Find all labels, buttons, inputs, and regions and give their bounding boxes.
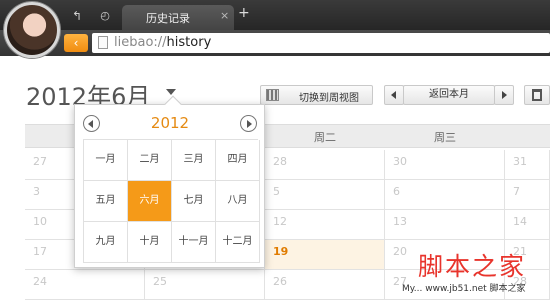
calendar-day-cell[interactable]: 7 xyxy=(505,180,550,210)
week-view-button[interactable]: 切换到周视图 xyxy=(260,85,373,105)
close-icon[interactable]: × xyxy=(220,9,229,22)
calendar-day-cell[interactable]: 24 xyxy=(25,270,145,300)
calendar-day-cell[interactable]: 19 xyxy=(265,240,385,270)
calendar-day-cell[interactable]: 12 xyxy=(265,210,385,240)
tab-bar: ↰ ◴ 历史记录 × + xyxy=(0,0,550,30)
url-input[interactable]: liebao://history xyxy=(92,33,550,53)
calendar-grid-icon xyxy=(266,89,279,101)
address-bar: ‹ liebao://history xyxy=(0,30,550,56)
arrow-left-icon xyxy=(88,120,93,128)
picker-year: 2012 xyxy=(150,114,190,132)
new-tab-button[interactable]: + xyxy=(238,5,250,21)
browser-window: ↰ ◴ 历史记录 × + ‹ liebao://history 2012年6月 … xyxy=(0,0,550,301)
month-option[interactable]: 七月 xyxy=(172,181,216,222)
month-grid: 一月 二月 三月 四月五月 六月 七月 八月九月 十月 十一月 十二月 xyxy=(83,139,260,263)
document-icon xyxy=(98,36,108,49)
week-view-label: 切换到周视图 xyxy=(299,93,359,104)
calendar-day-cell[interactable]: 26 xyxy=(265,270,385,300)
month-option[interactable]: 九月 xyxy=(84,222,128,263)
day-header: 周二 xyxy=(314,131,336,144)
calendar-day-cell[interactable]: 14 xyxy=(505,210,550,240)
watermark: 脚本之家 xyxy=(418,252,527,281)
calendar-day-cell[interactable]: 25 xyxy=(145,270,265,300)
calendar-day-cell[interactable]: 13 xyxy=(385,210,505,240)
month-option[interactable]: 十月 xyxy=(128,222,172,263)
arrow-left-icon xyxy=(391,91,396,99)
delete-button[interactable] xyxy=(524,85,550,105)
month-option[interactable]: 六月 xyxy=(128,181,172,222)
next-year-button[interactable] xyxy=(240,115,257,132)
url-text: liebao://history xyxy=(114,35,212,50)
tab-title: 历史记录 xyxy=(146,12,190,25)
month-option[interactable]: 十一月 xyxy=(172,222,216,263)
arrow-right-icon xyxy=(247,120,252,128)
user-avatar[interactable] xyxy=(4,2,60,58)
return-month-button[interactable]: 返回本月 xyxy=(403,85,495,105)
clock-icon[interactable]: ◴ xyxy=(96,8,114,24)
watermark-url: My... www.jb51.net 脚本之家 xyxy=(402,284,526,294)
day-header: 周三 xyxy=(434,131,456,144)
month-option[interactable]: 十二月 xyxy=(216,222,260,263)
month-option[interactable]: 二月 xyxy=(128,140,172,181)
month-option[interactable]: 五月 xyxy=(84,181,128,222)
back-button[interactable]: ‹ xyxy=(64,34,88,52)
arrow-right-icon xyxy=(502,91,507,99)
month-option[interactable]: 四月 xyxy=(216,140,260,181)
month-option[interactable]: 八月 xyxy=(216,181,260,222)
trash-icon xyxy=(532,89,542,101)
calendar-day-cell[interactable]: 5 xyxy=(265,180,385,210)
tab-history[interactable]: 历史记录 × xyxy=(122,5,234,30)
back-icon[interactable]: ↰ xyxy=(68,8,86,24)
calendar-day-cell[interactable]: 28 xyxy=(265,150,385,180)
calendar-day-cell[interactable]: 6 xyxy=(385,180,505,210)
prev-month-button[interactable] xyxy=(384,85,404,105)
chevron-down-icon[interactable] xyxy=(166,89,176,95)
next-month-button[interactable] xyxy=(494,85,514,105)
month-option[interactable]: 三月 xyxy=(172,140,216,181)
calendar-day-cell[interactable]: 30 xyxy=(385,150,505,180)
prev-year-button[interactable] xyxy=(83,115,100,132)
month-option[interactable]: 一月 xyxy=(84,140,128,181)
month-picker-popup: 2012 一月 二月 三月 四月五月 六月 七月 八月九月 十月 十一月 十二月 xyxy=(74,95,265,268)
calendar-day-cell[interactable]: 31 xyxy=(505,150,550,180)
